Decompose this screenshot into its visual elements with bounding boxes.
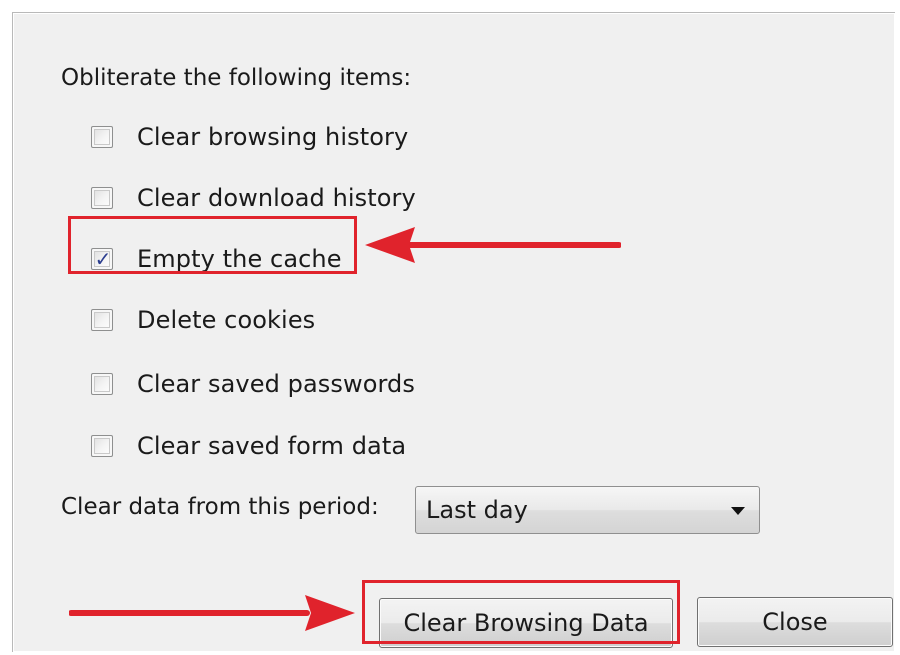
option-label[interactable]: Clear saved passwords <box>137 370 415 398</box>
option-clear-saved-form-data[interactable]: Clear saved form data <box>91 429 406 463</box>
right-arrow-icon <box>69 595 355 631</box>
checkbox-delete-cookies[interactable] <box>91 309 113 331</box>
period-select-value[interactable]: Last day <box>426 496 528 524</box>
option-label[interactable]: Clear download history <box>137 184 416 212</box>
checkbox-clear-saved-passwords[interactable] <box>91 373 113 395</box>
checkbox-clear-saved-form-data[interactable] <box>91 435 113 457</box>
option-clear-browsing-history[interactable]: Clear browsing history <box>91 120 408 154</box>
checkbox-clear-browsing-history[interactable] <box>91 126 113 148</box>
option-delete-cookies[interactable]: Delete cookies <box>91 303 315 337</box>
clear-browsing-data-dialog: Obliterate the following items: Clear br… <box>12 12 895 652</box>
left-arrow-icon <box>365 227 621 263</box>
period-select[interactable]: Last day <box>415 486 760 534</box>
period-label: Clear data from this period: <box>61 494 379 520</box>
checkbox-clear-download-history[interactable] <box>91 187 113 209</box>
dialog-heading: Obliterate the following items: <box>61 65 412 91</box>
option-label[interactable]: Clear browsing history <box>137 123 408 151</box>
option-clear-saved-passwords[interactable]: Clear saved passwords <box>91 367 415 401</box>
highlight-box-empty-cache <box>68 216 357 274</box>
close-button[interactable]: Close <box>697 597 893 647</box>
option-label[interactable]: Clear saved form data <box>137 432 406 460</box>
option-label[interactable]: Delete cookies <box>137 306 315 334</box>
highlight-box-clear-button <box>362 580 680 644</box>
option-clear-download-history[interactable]: Clear download history <box>91 181 416 215</box>
dropdown-caret-icon[interactable] <box>731 507 745 515</box>
